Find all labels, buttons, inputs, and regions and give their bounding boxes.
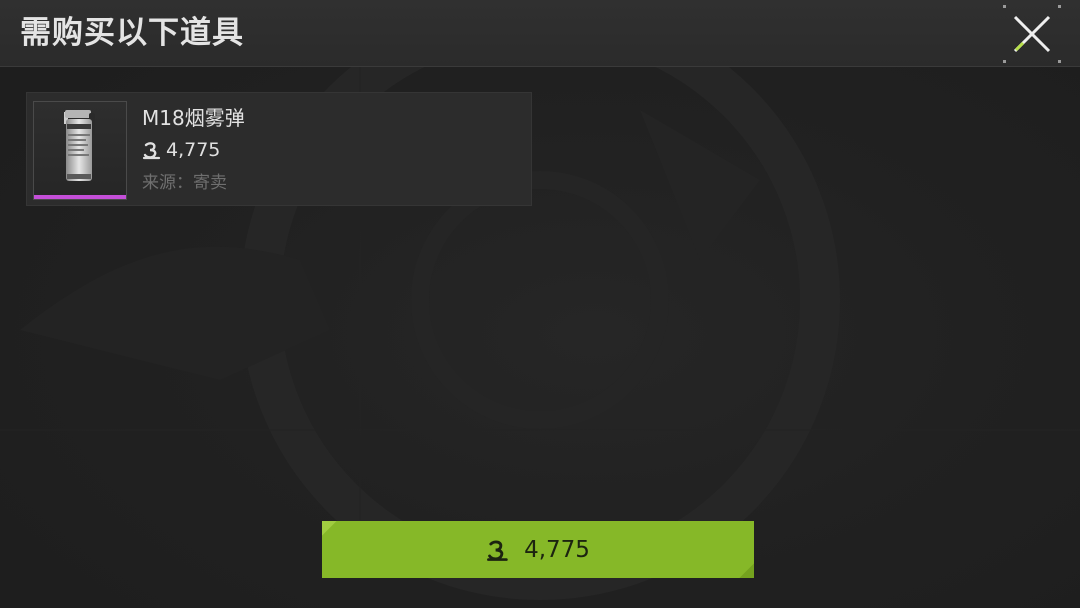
smoke-grenade-icon	[64, 110, 95, 181]
item-source: 来源：寄卖	[142, 173, 227, 193]
corner-mark	[1058, 5, 1061, 8]
item-price-value: 4,775	[166, 139, 221, 161]
corner-mark	[1003, 60, 1006, 63]
buy-button[interactable]: 4,775	[322, 521, 754, 578]
dialog-title: 需购买以下道具	[20, 15, 244, 51]
corner-mark	[1003, 5, 1006, 8]
purchase-dialog: 需购买以下道具 M18烟雾弹 4,775 来源：寄卖 4,775	[0, 0, 1080, 608]
item-price: 4,775	[142, 137, 220, 163]
corner-mark	[1058, 60, 1061, 63]
buy-button-price: 4,775	[524, 536, 590, 563]
item-card[interactable]: M18烟雾弹 4,775 来源：寄卖	[26, 92, 532, 206]
coin-currency-icon	[487, 540, 508, 561]
dialog-header: 需购买以下道具	[0, 0, 1080, 67]
rarity-bar	[34, 195, 126, 199]
coin-currency-icon	[142, 142, 161, 160]
close-x-icon	[1013, 15, 1051, 53]
item-name: M18烟雾弹	[142, 106, 245, 130]
close-button[interactable]	[1003, 5, 1061, 63]
item-thumbnail	[33, 101, 127, 200]
